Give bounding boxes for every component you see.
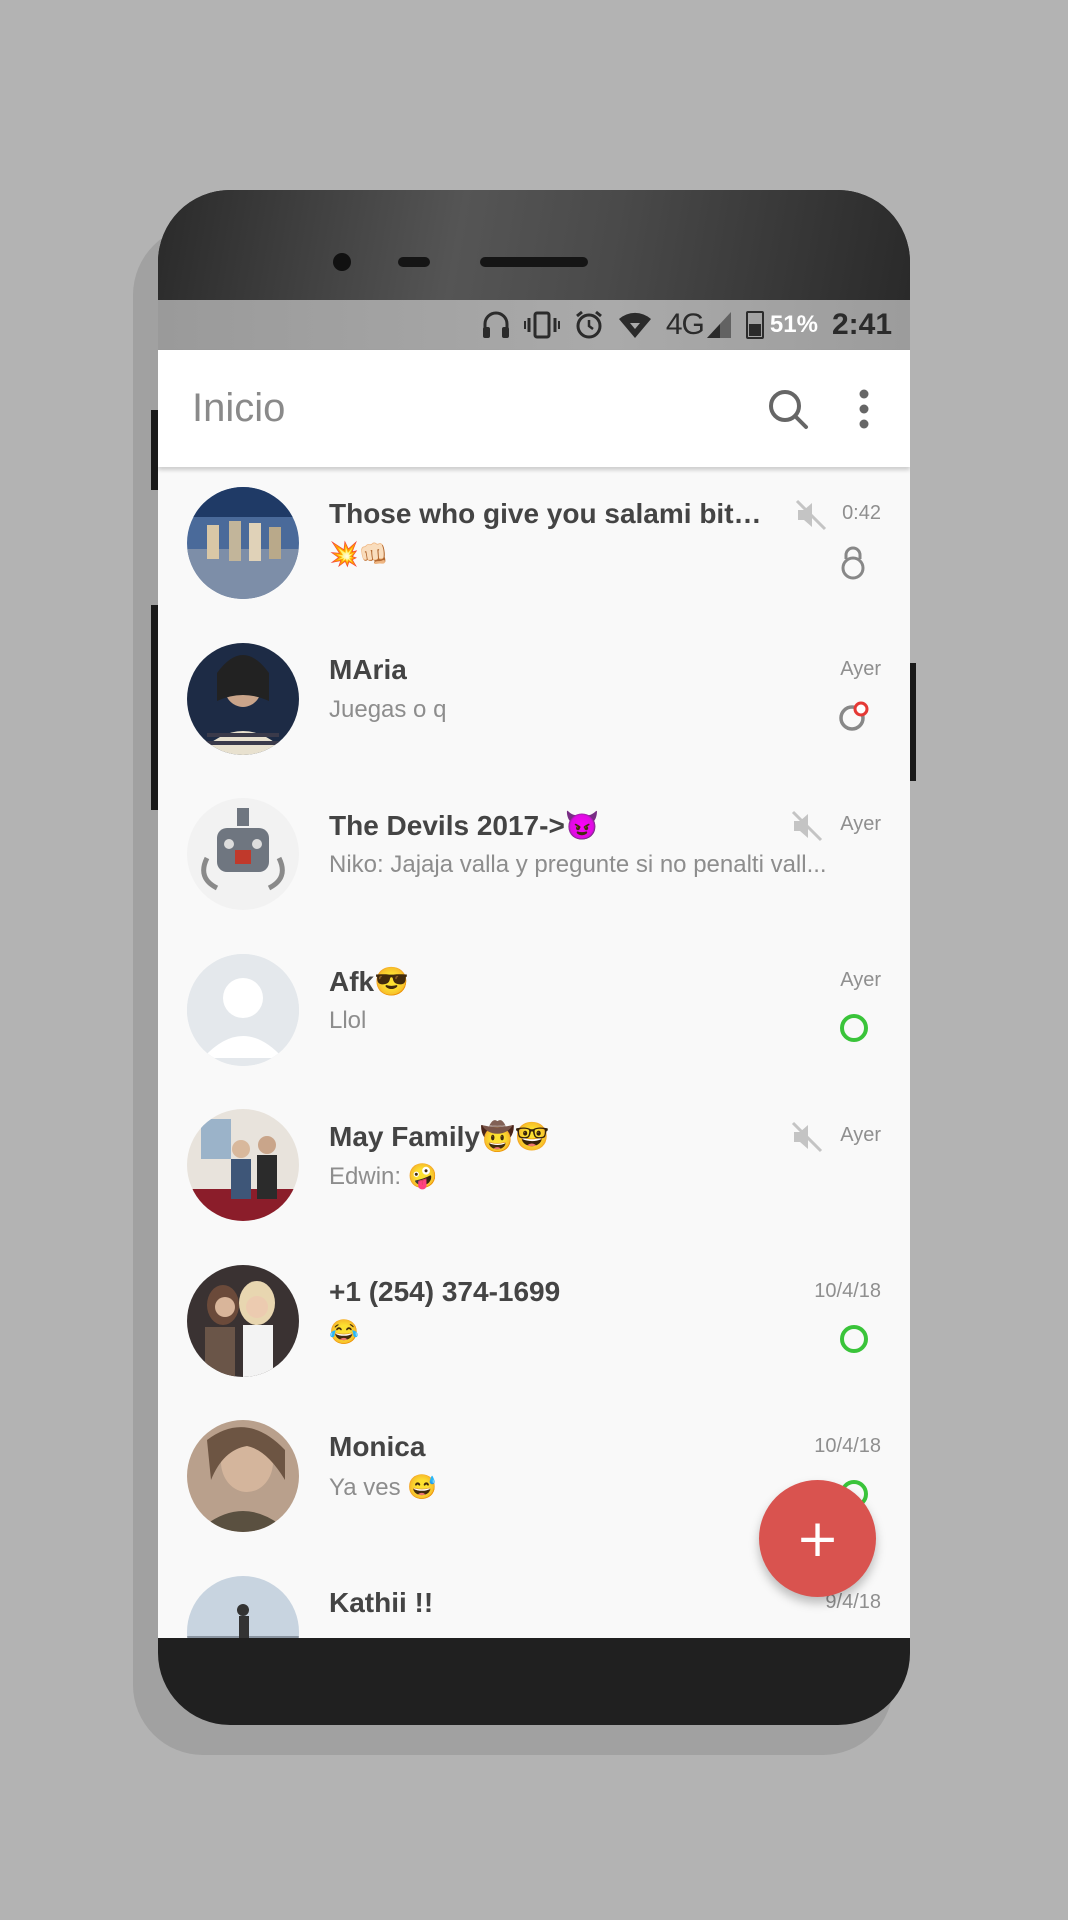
signal-icon bbox=[706, 311, 732, 339]
chat-preview: 😂 bbox=[329, 1318, 359, 1346]
status-update-icon bbox=[839, 701, 869, 731]
chat-name: May Family🤠🤓 bbox=[329, 1121, 550, 1152]
search-button[interactable] bbox=[758, 379, 818, 439]
battery-percent: 51% bbox=[769, 311, 818, 338]
chat-list: Those who give you salami bitc... 💥👊🏻 0:… bbox=[158, 470, 910, 1638]
chat-time: Ayer bbox=[840, 968, 881, 991]
chat-row[interactable]: Afk😎 Llol Ayer bbox=[158, 937, 910, 1093]
status-ring-icon bbox=[840, 1324, 868, 1353]
avatar bbox=[187, 1420, 299, 1532]
chat-name: Those who give you salami bitc... bbox=[329, 498, 769, 529]
lock-icon bbox=[841, 546, 865, 580]
avatar bbox=[187, 1109, 299, 1221]
network-type: 4G bbox=[665, 308, 705, 341]
status-bar: 4G 51% 2:41 bbox=[158, 300, 910, 350]
chat-time: Ayer bbox=[840, 813, 881, 835]
new-chat-button[interactable]: + bbox=[759, 1480, 876, 1597]
battery-indicator: 51% bbox=[745, 311, 818, 339]
side-key bbox=[909, 663, 916, 781]
avatar bbox=[187, 642, 299, 755]
chat-name: Afk😎 bbox=[329, 965, 409, 997]
chat-row[interactable]: Those who give you salami bitc... 💥👊🏻 0:… bbox=[158, 470, 910, 626]
front-camera bbox=[333, 253, 351, 271]
chat-row[interactable]: MAria Juegas o q Ayer bbox=[158, 626, 910, 782]
chat-time: Ayer bbox=[840, 657, 881, 680]
app-bar: Inicio bbox=[158, 350, 910, 467]
chat-preview: Edwin: 🤪 bbox=[329, 1163, 438, 1190]
chat-time: 0:42 bbox=[842, 502, 881, 524]
headphones-icon bbox=[482, 310, 510, 340]
vibrate-icon bbox=[523, 310, 560, 340]
muted-icon bbox=[791, 810, 823, 842]
chat-row[interactable]: May Family🤠🤓 Edwin: 🤪 Ayer bbox=[158, 1092, 910, 1248]
avatar bbox=[187, 1575, 299, 1638]
wifi-icon bbox=[618, 311, 652, 339]
chat-row[interactable]: +1 (254) 374-1699 😂 10/4/18 bbox=[158, 1248, 910, 1404]
proximity-sensor bbox=[398, 257, 430, 267]
chat-time: 10/4/18 bbox=[814, 1435, 881, 1457]
clock: 2:41 bbox=[831, 308, 892, 341]
chat-name: The Devils 2017->😈 bbox=[329, 810, 600, 841]
battery-icon bbox=[745, 311, 764, 339]
search-icon bbox=[769, 389, 808, 429]
more-vert-icon bbox=[859, 389, 869, 428]
screen: 4G 51% 2:41 Inicio Those who give you sa… bbox=[158, 300, 910, 1638]
avatar bbox=[187, 1264, 299, 1377]
chat-time: 10/4/18 bbox=[814, 1279, 881, 1302]
chat-name: +1 (254) 374-1699 bbox=[329, 1275, 561, 1307]
earpiece-speaker bbox=[480, 257, 588, 267]
chat-preview: Llol bbox=[329, 1006, 367, 1034]
muted-icon bbox=[791, 1121, 823, 1153]
chat-row[interactable]: The Devils 2017->😈 Niko: Jajaja valla y … bbox=[158, 781, 910, 937]
chat-preview: Niko: Jajaja valla y pregunte si no pena… bbox=[329, 851, 827, 878]
chat-name: Kathii !! bbox=[329, 1586, 434, 1618]
add-icon: + bbox=[795, 1508, 840, 1569]
chat-preview: Juegas o q bbox=[329, 695, 447, 723]
muted-icon bbox=[795, 499, 827, 531]
chat-name: Monica bbox=[329, 1431, 426, 1462]
avatar bbox=[187, 487, 299, 599]
avatar bbox=[187, 798, 299, 910]
chat-name: MAria bbox=[329, 653, 407, 685]
chat-time: Ayer bbox=[840, 1124, 881, 1146]
page-title: Inicio bbox=[192, 386, 286, 430]
alarm-icon bbox=[574, 310, 604, 340]
avatar bbox=[187, 953, 299, 1066]
status-ring-icon bbox=[840, 1013, 868, 1042]
chat-preview: 💥👊🏻 bbox=[329, 541, 389, 568]
overflow-menu-button[interactable] bbox=[834, 379, 894, 439]
